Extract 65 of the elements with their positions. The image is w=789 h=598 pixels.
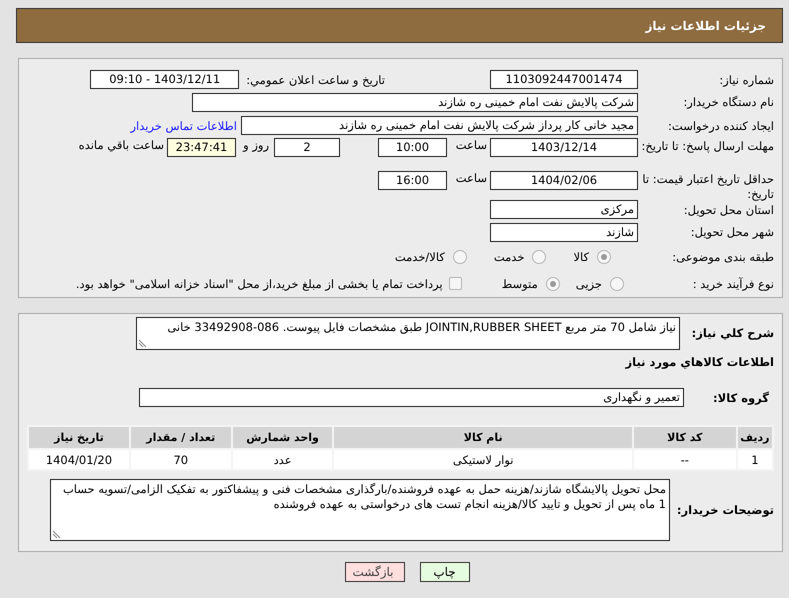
radio-label: متوسط [502, 276, 538, 290]
field-label: شرح کلي نياز: [690, 326, 775, 340]
radio-label: خدمت [494, 250, 524, 264]
table-cell: 70 [130, 449, 232, 470]
field-label: نوع فرآیند خرید : [692, 276, 775, 290]
province-field[interactable]: مرکزی [490, 200, 638, 219]
resize-grip-icon[interactable] [52, 530, 61, 539]
description-field[interactable]: نیاز شامل 70 متر مربع JOINTIN,RUBBER SHEET طبق مشخصات فایل پیوست. 086-33492908 خانی [136, 316, 680, 350]
days-label: روز و [242, 138, 269, 152]
description-text: نیاز شامل 70 متر مربع JOINTIN,RUBBER SHEET طبق مشخصات فایل پیوست. 086-33492908 خانی [167, 320, 676, 334]
field-label: شهر محل تحویل: [690, 225, 775, 239]
remaining-time-field[interactable]: 23:47:41 [167, 138, 236, 157]
radio-label: کالا [573, 250, 589, 264]
section-title: اطلاعات کالاهاي مورد نياز [624, 355, 775, 371]
column-header: تاریخ نیاز [28, 426, 130, 449]
reply-date-field[interactable]: 1403/12/14 [490, 138, 638, 157]
table-cell: عدد [232, 449, 334, 470]
radio-button[interactable] [452, 250, 467, 264]
time-label: ساعت [454, 171, 487, 185]
print-button[interactable]: چاپ [420, 562, 470, 582]
validity-date-field[interactable]: 1404/02/06 [490, 171, 638, 190]
field-label: طبقه بندی موضوعی: [671, 250, 775, 264]
table-cell: 1404/01/20 [28, 449, 130, 470]
column-header: ردیف [736, 426, 773, 449]
page-title: جزئیات اطلاعات نیاز [645, 18, 766, 32]
column-header: واحد شمارش [232, 426, 334, 449]
radio-button[interactable] [610, 276, 624, 290]
checkbox[interactable] [448, 277, 462, 290]
field-label: ایجاد کننده درخواست: [667, 118, 775, 132]
buyer-contact-link[interactable]: اطلاعات تماس خریدار [130, 118, 237, 132]
city-field[interactable]: شازند [490, 222, 638, 242]
table-cell: -- [632, 449, 737, 470]
radio-button[interactable] [597, 250, 611, 264]
treasury-note: پرداخت تمام یا بخشی از مبلغ خرید،از محل "اسناد خزانه اسلامی" خواهد بود. [76, 276, 443, 290]
announce-label: تاریخ و ساعت اعلان عمومي: [246, 72, 385, 86]
radio-label: جزیی [576, 276, 602, 290]
field-label: مهلت ارسال پاسخ: تا تاریخ: [640, 138, 775, 154]
validity-time-field[interactable]: 16:00 [378, 171, 447, 190]
table-cell: نوار لاستیکی [333, 449, 633, 470]
back-button[interactable]: بازگشت [344, 562, 404, 582]
buyer-org-field[interactable]: شرکت پالایش نفت امام خمینی ره شازند [192, 92, 638, 112]
buyer-notes-text: محل تحویل پالایشگاه شازند/هزینه حمل به عهده فروشنده/بارگذاری مشخصات فنی و پیشفاکتور به تفکیک الزامی/تسویه حساب 1 ماه پس از تحویل و تایید کالا/هزینه انجام تست های درخواستی به عهده فروشنده [62, 482, 666, 511]
table-cell: 1 [736, 449, 773, 470]
field-label: توضیحات خریدار: [678, 503, 775, 517]
days-field[interactable]: 2 [274, 138, 340, 157]
radio-button[interactable] [532, 250, 546, 264]
buyer-notes-field[interactable]: محل تحویل پالایشگاه شازند/هزینه حمل به عهده فروشنده/بارگذاری مشخصات فنی و پیشفاکتور به تفکیک الزامی/تسویه حساب 1 ماه پس از تحویل و تایید کالا/هزینه انجام تست های درخواستی به عهده فروشنده [50, 479, 670, 541]
resize-grip-icon[interactable] [138, 338, 147, 348]
announce-date-field[interactable]: 1403/12/11 - 09:10 [90, 70, 240, 89]
field-label: نام دستگاه خریدار: [682, 95, 775, 109]
column-header: تعداد / مقدار [130, 426, 232, 449]
column-header: کد کالا [632, 426, 737, 449]
time-label: ساعت [454, 138, 487, 152]
radio-label: کالا/خدمت [394, 250, 445, 264]
field-label: گروه کالا: [712, 390, 770, 404]
remaining-label: ساعت باقي مانده [78, 138, 164, 152]
column-header: نام کالا [333, 426, 633, 449]
radio-button[interactable] [546, 276, 560, 290]
field-label: استان محل تحویل: [682, 202, 775, 216]
requester-field[interactable]: مجید خانی کار پرداز شرکت پالایش نفت امام خمینی ره شازند [241, 116, 638, 135]
need-number-field[interactable]: 1103092447001474 [490, 70, 638, 89]
goods-group-field[interactable]: تعمیر و نگهداری [139, 388, 684, 407]
reply-time-field[interactable]: 10:00 [378, 138, 447, 157]
field-label: شماره نیاز: [718, 72, 775, 86]
field-label: حداقل تاریخ اعتبار قیمت: تا تاریخ: [641, 171, 775, 202]
